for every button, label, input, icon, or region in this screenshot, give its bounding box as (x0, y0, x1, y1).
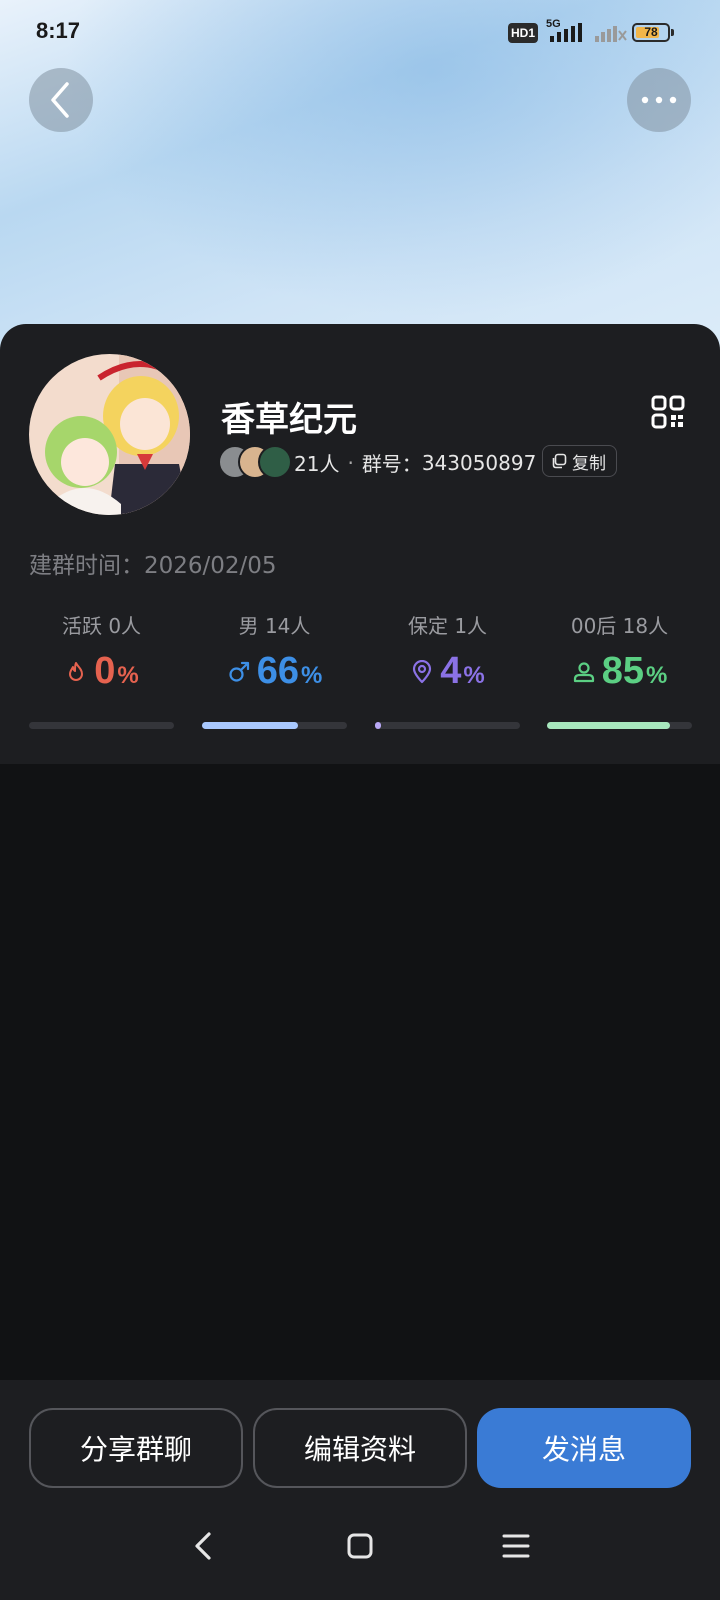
stat-count: 14人 (264, 614, 311, 638)
nav-back-icon (195, 1532, 211, 1560)
more-horizontal-icon (641, 96, 677, 104)
male-icon (229, 661, 249, 682)
stat-value: 4% (375, 650, 520, 693)
stat-label: 保定 1人 (375, 610, 520, 639)
stat-percent: % (645, 662, 668, 689)
stat-name: 活跃 (61, 614, 102, 638)
copy-button[interactable]: 复制 (542, 445, 617, 477)
stat-count: 18人 (622, 614, 669, 638)
person-icon (573, 661, 594, 682)
stat-name: 男 (238, 614, 259, 638)
flame-icon (69, 661, 84, 681)
progress-track (29, 722, 174, 729)
stat-label: 活跃 0人 (29, 610, 174, 639)
chevron-left-icon (51, 82, 69, 118)
system-nav-bar (0, 1506, 720, 1586)
qr-code-icon[interactable] (650, 394, 686, 430)
stat-generation: 00后 18人 85% (547, 610, 692, 740)
edit-profile-button[interactable]: 编辑资料 (253, 1408, 467, 1488)
stat-number: 4 (440, 650, 462, 692)
back-button[interactable] (29, 68, 93, 132)
send-message-button[interactable]: 发消息 (477, 1408, 691, 1488)
stat-value: 66% (202, 650, 347, 693)
stat-percent: % (300, 662, 323, 689)
hd-badge: HD1 (508, 23, 538, 43)
battery-nub (671, 29, 674, 36)
member-avatars[interactable] (218, 445, 292, 479)
stat-active: 活跃 0人 0% (29, 610, 174, 740)
nav-back-button[interactable] (184, 1526, 224, 1566)
stat-label: 00后 18人 (547, 610, 692, 639)
nav-menu-icon (502, 1534, 530, 1558)
stat-percent: % (463, 662, 485, 689)
group-name: 香草纪元 (221, 400, 357, 440)
progress-fill (202, 722, 298, 729)
signal-icon (550, 23, 582, 42)
group-meta: 21人 · 群号： 343050897 (294, 448, 536, 477)
stat-number: 0 (94, 650, 116, 692)
progress-fill (547, 722, 671, 729)
copy-label: 复制 (572, 453, 606, 474)
status-time: 8:17 (36, 18, 81, 43)
nav-home-button[interactable] (340, 1526, 380, 1566)
stat-count: 0人 (108, 614, 142, 638)
progress-track (375, 722, 520, 729)
group-avatar[interactable] (29, 354, 190, 515)
nav-home-icon (347, 1533, 373, 1559)
stat-value: 85% (547, 650, 692, 693)
created-label: 建群时间： (29, 553, 144, 579)
stat-male: 男 14人 66% (202, 610, 347, 740)
stat-number: 85 (601, 650, 644, 692)
location-pin-icon (413, 659, 432, 683)
battery-icon: 78 (632, 23, 670, 42)
stat-location: 保定 1人 4% (375, 610, 520, 740)
member-count: 21人 (294, 452, 340, 476)
progress-fill (375, 722, 381, 729)
bottom-action-bar: 分享群聊 编辑资料 发消息 (0, 1380, 720, 1600)
nav-menu-button[interactable] (496, 1526, 536, 1566)
meta-separator: · (347, 450, 354, 475)
stat-name: 00后 (570, 614, 617, 638)
stat-name: 保定 (407, 614, 448, 638)
group-avatar-image (29, 354, 190, 515)
progress-track (547, 722, 692, 729)
stat-number: 66 (256, 650, 299, 692)
more-button[interactable] (627, 68, 691, 132)
group-id: 343050897 (421, 450, 537, 475)
share-group-button[interactable]: 分享群聊 (29, 1408, 243, 1488)
created-date: 建群时间：2026/02/05 (29, 546, 277, 580)
group-info-card: 香草纪元 21人 · 群号： 343050897 复制 建群时间：2026/02… (0, 324, 720, 764)
stat-label: 男 14人 (202, 610, 347, 639)
stat-count: 1人 (454, 614, 488, 638)
group-id-label: 群号： (361, 452, 422, 476)
stat-value: 0% (29, 650, 174, 693)
status-bar: 8:17 HD1 5G 78 (0, 0, 720, 66)
signal-2-icon (595, 26, 627, 42)
created-value: 2026/02/05 (144, 553, 277, 579)
stat-percent: % (117, 662, 139, 689)
member-avatar (258, 445, 292, 479)
copy-icon (552, 453, 567, 469)
battery-level: 78 (644, 25, 658, 39)
progress-track (202, 722, 347, 729)
